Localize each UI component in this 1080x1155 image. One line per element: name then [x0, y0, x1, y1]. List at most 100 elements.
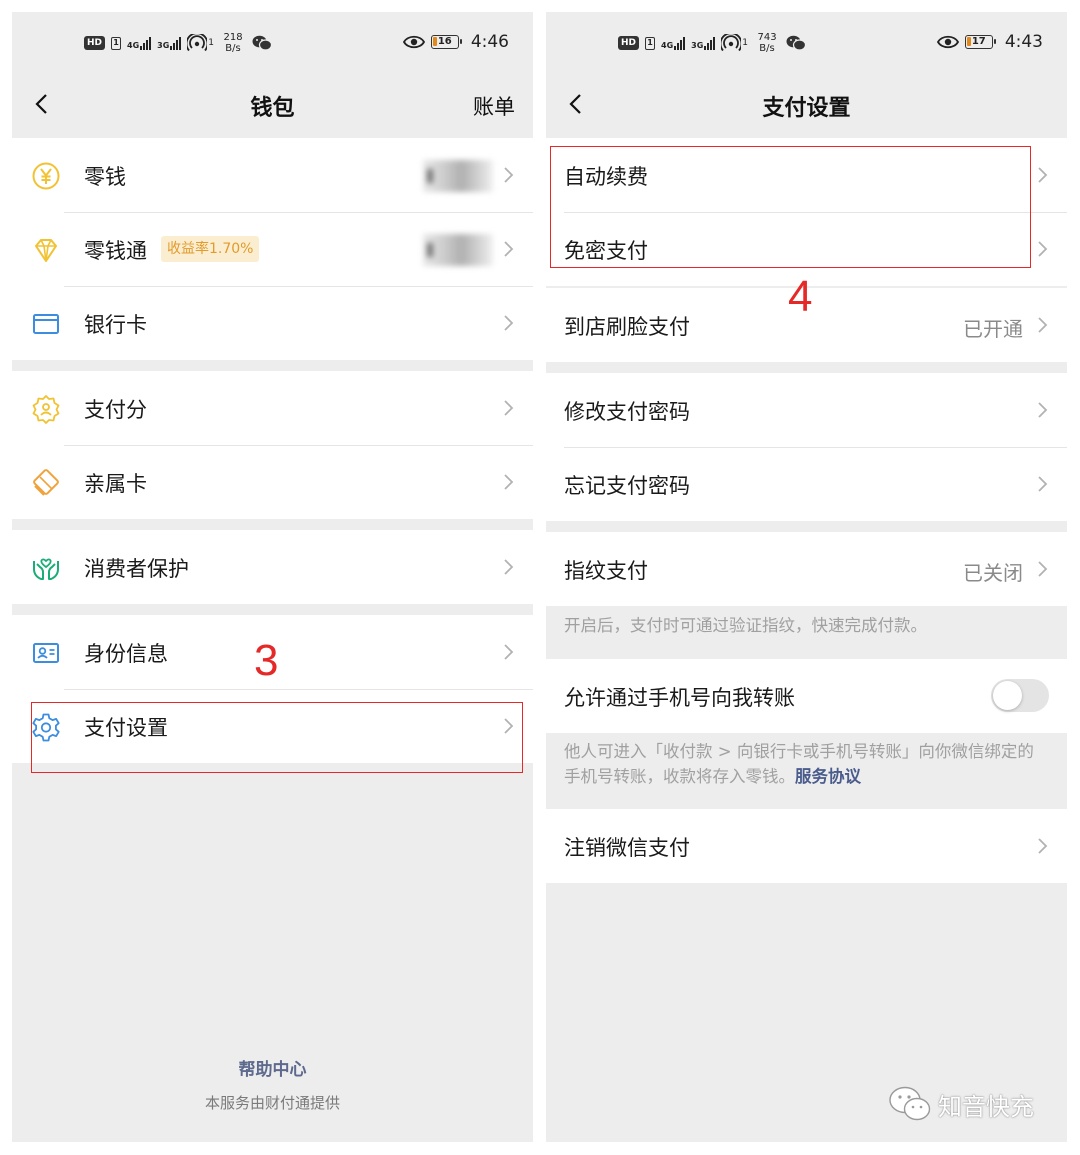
speed-value: 743 [757, 32, 777, 43]
speed-unit: B/s [759, 43, 775, 54]
settings-group-transfer: 允许通过手机号向我转账 [546, 659, 1067, 733]
battery-icon: 16 [430, 35, 462, 49]
service-agreement-link[interactable]: 服务协议 [795, 767, 861, 786]
signal-3g-icon: 3G [691, 36, 716, 50]
setting-label: 到店刷脸支付 [564, 315, 690, 339]
settings-group-password: 修改支付密码 忘记支付密码 [546, 373, 1067, 521]
wallet-item-bank-card[interactable]: 银行卡 [12, 286, 533, 360]
hotspot-count: 1 [208, 38, 215, 48]
service-provider-note: 本服务由财付通提供 [204, 1094, 340, 1112]
step-number-4: 4 [788, 272, 813, 321]
page-title: 支付设置 [762, 96, 851, 121]
chevron-right-icon [504, 167, 514, 183]
status-system: 16 4:46 [402, 32, 509, 52]
status-indicators: HD 1 4G 3G 1 743 B/s [618, 32, 807, 54]
wallet-item-family-card[interactable]: 亲属卡 [12, 445, 533, 519]
setting-label: 允许通过手机号向我转账 [564, 686, 795, 710]
status-bar: HD 1 4G 3G 1 218 B/s 16 4:46 [12, 12, 533, 72]
wallet-item-label: 零钱通 [84, 239, 147, 263]
wifi-hotspot-icon [187, 34, 208, 52]
wallet-item-lingqiantong[interactable]: 零钱通 收益率1.70% [12, 212, 533, 286]
diamond-icon [35, 239, 57, 262]
setting-label: 注销微信支付 [564, 836, 690, 860]
chevron-right-icon [1038, 561, 1048, 577]
hotspot-count: 1 [742, 38, 749, 48]
protection-hands-icon [33, 558, 59, 580]
badge-score-icon [32, 395, 60, 424]
highlight-pay-settings [31, 702, 523, 773]
phone-transfer-toggle[interactable] [991, 679, 1049, 712]
nav-bar: 钱包 账单 [12, 72, 533, 138]
sim-icon: 1 [111, 36, 122, 50]
toggle-knob [993, 681, 1022, 710]
setting-deregister-pay[interactable]: 注销微信支付 [546, 809, 1067, 883]
chevron-right-icon [504, 559, 514, 575]
chevron-right-icon [504, 644, 514, 660]
chevron-right-icon [1038, 838, 1048, 854]
speed-unit: B/s [225, 43, 241, 54]
signal-4g-icon: 4G [661, 36, 686, 50]
wechat-icon [786, 35, 807, 51]
network-speed: 743 B/s [754, 32, 780, 54]
settings-group-deregister: 注销微信支付 [546, 809, 1067, 883]
bank-card-icon [33, 314, 59, 334]
wallet-group-protection: 消费者保护 [12, 530, 533, 604]
signal-4g-icon: 4G [127, 36, 152, 50]
wechat-icon [252, 35, 273, 51]
wallet-screen: HD 1 4G 3G 1 218 B/s 16 4:46 钱包 账单 零钱 零钱… [12, 12, 533, 1142]
setting-change-password[interactable]: 修改支付密码 [546, 373, 1067, 447]
net-label: 3G [691, 40, 704, 50]
battery-icon: 17 [964, 35, 996, 49]
bill-button[interactable]: 账单 [473, 91, 515, 121]
signal-bars-icon [140, 36, 152, 50]
yield-rate-badge: 收益率1.70% [161, 236, 260, 262]
wallet-item-label: 零钱 [84, 165, 126, 189]
chevron-right-icon [504, 474, 514, 490]
status-bar: HD 1 4G 3G 1 743 B/s 17 4:43 [546, 12, 1067, 72]
watermark-text: 知音快充 [938, 1092, 1034, 1121]
eye-icon [402, 35, 425, 49]
family-card-icon [33, 469, 59, 496]
clock: 4:43 [1004, 32, 1043, 52]
wallet-item-label: 支付分 [84, 398, 147, 422]
setting-label: 修改支付密码 [564, 400, 690, 424]
wallet-item-label: 消费者保护 [84, 557, 189, 581]
setting-forgot-password[interactable]: 忘记支付密码 [546, 447, 1067, 521]
step-number-3: 3 [254, 636, 279, 685]
chevron-right-icon [504, 315, 514, 331]
wechat-icon [889, 1086, 931, 1121]
net-label: 3G [157, 40, 170, 50]
wallet-item-label: 身份信息 [84, 642, 168, 666]
hidden-balance [423, 234, 493, 266]
fingerprint-description: 开启后，支付时可通过验证指纹，快速完成付款。 [564, 616, 927, 635]
wallet-item-pay-score[interactable]: 支付分 [12, 371, 533, 445]
hd-badge: HD [618, 36, 640, 50]
wallet-item-change[interactable]: 零钱 [12, 138, 533, 212]
chevron-right-icon [1038, 167, 1048, 183]
setting-label: 指纹支付 [564, 559, 648, 583]
network-speed: 218 B/s [220, 32, 246, 54]
yuan-coin-icon [32, 162, 60, 190]
wallet-item-consumer-protection[interactable]: 消费者保护 [12, 530, 533, 604]
chevron-right-icon [504, 241, 514, 257]
wifi-hotspot-icon [721, 34, 742, 52]
setting-phone-transfer: 允许通过手机号向我转账 [546, 659, 1067, 733]
status-indicators: HD 1 4G 3G 1 218 B/s [84, 32, 273, 54]
eye-icon [936, 35, 959, 49]
setting-status: 已开通 [963, 317, 1023, 341]
chevron-right-icon [1038, 476, 1048, 492]
signal-bars-icon [674, 36, 686, 50]
phone-transfer-description: 他人可进入「收付款 > 向银行卡或手机号转账」向你微信绑定的手机号转账，收款将存… [564, 739, 1037, 789]
clock: 4:46 [470, 32, 509, 52]
highlight-auto-renewal-group [550, 146, 1031, 268]
setting-fingerprint-pay[interactable]: 指纹支付 已关闭 [546, 532, 1067, 606]
wallet-group-funds: 零钱 零钱通 收益率1.70% 银行卡 [12, 138, 533, 360]
signal-bars-icon [704, 36, 716, 50]
net-label: 4G [127, 40, 140, 50]
help-center-link[interactable]: 帮助中心 [12, 1055, 533, 1080]
watermark: 知音快充 [888, 1084, 1034, 1124]
signal-3g-icon: 3G [157, 36, 182, 50]
page-title: 钱包 [250, 96, 295, 121]
hd-badge: HD [84, 36, 106, 50]
wallet-group-credit: 支付分 亲属卡 [12, 371, 533, 519]
